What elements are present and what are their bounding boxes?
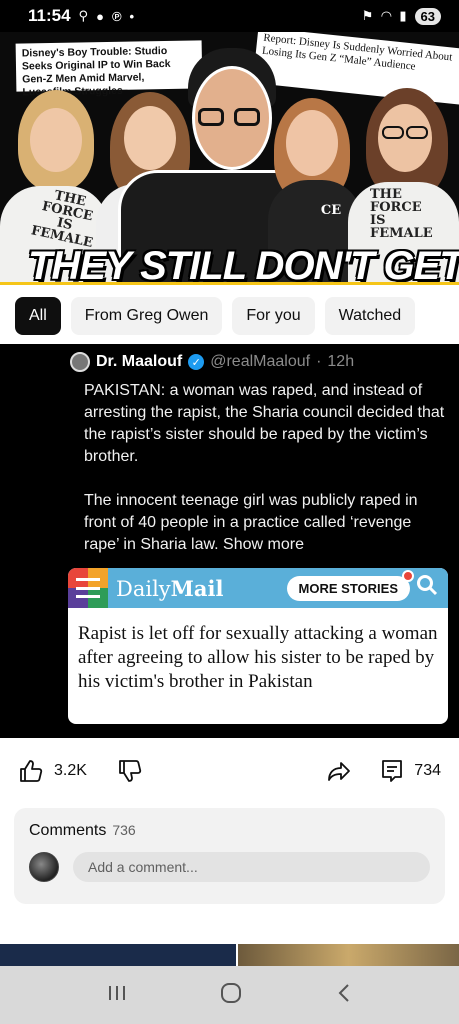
chip-all[interactable]: All xyxy=(15,297,61,335)
share-icon xyxy=(326,758,352,784)
system-nav-bar xyxy=(0,966,459,1024)
like-button[interactable]: 3.2K xyxy=(18,758,87,784)
user-avatar xyxy=(29,852,59,882)
wifi-icon: ◠ xyxy=(381,8,392,23)
tweet-body: PAKISTAN: a woman was raped, and instead… xyxy=(84,382,445,553)
back-icon[interactable] xyxy=(334,982,354,1009)
news-headline: Rapist is let off for sexually attacking… xyxy=(78,623,438,692)
comments-section[interactable]: Comments 736 Add a comment... xyxy=(14,808,445,904)
home-icon[interactable] xyxy=(219,981,243,1010)
tweet-author: Dr. Maalouf xyxy=(96,353,183,370)
thumbs-down-icon xyxy=(117,758,143,784)
search-icon xyxy=(410,574,444,602)
shirt-text-mid: CE xyxy=(320,203,342,218)
usb-icon: ⚲ xyxy=(78,8,89,23)
more-stories-label: MORE STORIES xyxy=(298,580,398,596)
tweet-avatar xyxy=(70,352,90,372)
status-time: 11:54 xyxy=(28,6,71,25)
thumbs-up-icon xyxy=(18,758,44,784)
pinterest-icon: ℗ xyxy=(111,8,122,24)
next-videos-strip[interactable] xyxy=(0,944,459,966)
chip-for-you[interactable]: For you xyxy=(232,297,315,335)
chip-watched[interactable]: Watched xyxy=(324,297,416,335)
news-brand-bold: Mail xyxy=(170,575,224,601)
post-actions: 3.2K 734 xyxy=(0,738,459,804)
battery-indicator: 63 xyxy=(414,7,441,25)
comments-button[interactable]: 734 xyxy=(380,758,441,784)
news-brand-light: Daily xyxy=(116,576,171,601)
news-brand: DailyMail xyxy=(116,576,223,601)
tweet-separator: · xyxy=(316,353,322,370)
thumbnail-overlay-title: THEY STILL DON'T GET IT xyxy=(28,244,459,284)
like-count: 3.2K xyxy=(54,762,87,779)
comment-icon xyxy=(380,758,404,784)
video-player[interactable]: Disney's Boy Trouble: Studio Seeks Origi… xyxy=(0,32,459,284)
next-video-thumbnail-2[interactable] xyxy=(238,944,459,966)
chip-from-greg-owen[interactable]: From Greg Owen xyxy=(70,297,223,335)
filter-chips: All From Greg Owen For you Watched xyxy=(0,288,459,344)
comments-title: Comments xyxy=(29,822,107,839)
verified-badge-icon: ✓ xyxy=(188,354,205,370)
next-video-thumbnail-1[interactable] xyxy=(0,944,236,966)
comments-total: 736 xyxy=(112,822,136,838)
news-card: DailyMail MORE STORIES Rapist is let off… xyxy=(68,568,448,724)
add-comment-input[interactable]: Add a comment... xyxy=(73,852,430,882)
news-card-header: DailyMail MORE STORIES xyxy=(68,568,448,608)
post-image[interactable]: Dr. Maalouf ✓ @realMaalouf · 12h PAKISTA… xyxy=(0,344,459,738)
embedded-tweet: Dr. Maalouf ✓ @realMaalouf · 12h PAKISTA… xyxy=(70,352,448,556)
location-icon: ⚑ xyxy=(361,8,374,23)
tweet-time: 12h xyxy=(327,353,355,370)
notification-dot-icon: • xyxy=(129,8,135,24)
dislike-button[interactable] xyxy=(117,758,143,784)
menu-icon xyxy=(68,568,108,608)
more-stories-button: MORE STORIES xyxy=(286,569,414,601)
shirt-text-right: THE FORCE IS FEMALE xyxy=(370,187,433,241)
comment-count: 734 xyxy=(414,762,441,779)
notification-dot xyxy=(402,569,414,582)
share-button[interactable] xyxy=(326,758,352,784)
video-progress-bar[interactable] xyxy=(0,282,459,285)
recent-apps-icon[interactable] xyxy=(106,983,128,1008)
signal-icon: ▮ xyxy=(399,8,407,23)
status-bar: 11:54 ⚲ ● ℗ • ⚑ ◠ ▮ 63 xyxy=(0,0,459,32)
chat-icon: ● xyxy=(96,8,104,24)
tweet-handle: @realMaalouf xyxy=(210,353,311,370)
